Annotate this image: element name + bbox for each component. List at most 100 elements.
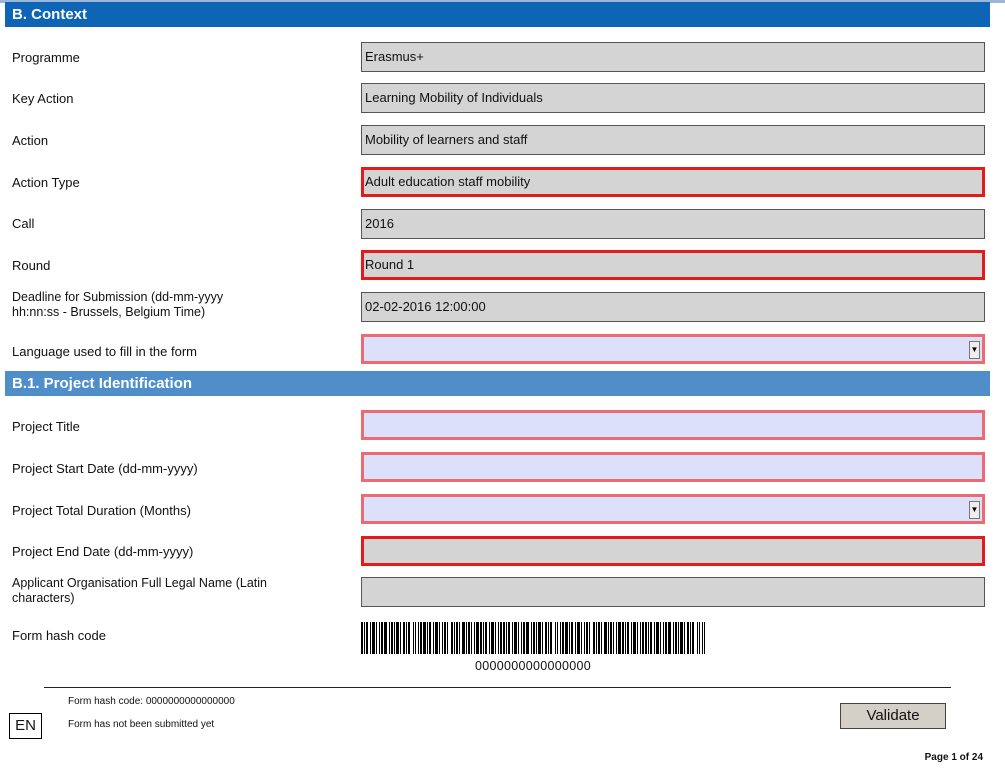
barcode-bar (656, 622, 659, 654)
label-deadline-line1: Deadline for Submission (dd-mm-yyyy (12, 290, 224, 304)
barcode-bar (704, 622, 705, 654)
barcode-bar (650, 622, 652, 654)
key-action-field: Learning Mobility of Individuals (361, 83, 985, 113)
barcode-bar (406, 622, 407, 654)
barcode-bar (400, 622, 401, 654)
project-title-input[interactable] (361, 410, 985, 440)
barcode-bar (560, 622, 561, 654)
barcode-bar (498, 622, 499, 654)
barcode-bar (548, 622, 549, 654)
barcode-bar (702, 622, 703, 654)
barcode-bar (633, 622, 636, 654)
barcode-bar (550, 622, 552, 654)
barcode-bar (687, 622, 689, 654)
barcode-bar (468, 622, 470, 654)
barcode-bar (413, 622, 414, 654)
action-type-field[interactable]: Adult education staff mobility (361, 167, 985, 197)
label-programme: Programme (12, 50, 80, 65)
barcode-bar (462, 622, 465, 654)
label-key-action: Key Action (12, 91, 74, 106)
validate-button[interactable]: Validate (840, 703, 946, 729)
barcode-bar (545, 622, 547, 654)
barcode-bar (593, 622, 595, 654)
footer-divider (44, 687, 951, 688)
barcode-bar (697, 622, 698, 654)
barcode-bar (508, 622, 510, 654)
label-action: Action (12, 133, 49, 148)
barcode-bar (571, 622, 573, 654)
barcode-bar (376, 622, 377, 654)
barcode-bar (389, 622, 390, 654)
barcode-bar (456, 622, 458, 654)
page-number: Page 1 of 24 (924, 752, 983, 763)
barcode-bar (366, 622, 368, 654)
label-deadline: Deadline for Submission (dd-mm-yyyy hh:n… (12, 290, 357, 320)
barcode-bar (379, 622, 380, 654)
barcode-bar (480, 622, 482, 654)
label-project-end-date: Project End Date (dd-mm-yyyy) (12, 544, 194, 559)
barcode-bar (491, 622, 494, 654)
project-duration-select[interactable]: ▼ (361, 494, 985, 524)
language-select[interactable]: ▼ (361, 334, 985, 364)
barcode-bar (444, 622, 446, 654)
barcode-bar (665, 622, 667, 654)
chevron-down-icon[interactable]: ▼ (969, 501, 980, 519)
barcode-bar (608, 622, 609, 654)
project-start-date-input[interactable] (361, 452, 985, 482)
barcode-bar (427, 622, 428, 654)
barcode-bar (514, 622, 517, 654)
language-code-badge: EN (9, 713, 42, 739)
barcode-bar (485, 622, 487, 654)
barcode-bar (575, 622, 576, 654)
barcode-bar (557, 622, 558, 654)
barcode-bar (439, 622, 440, 654)
label-form-hash-code: Form hash code (12, 628, 106, 643)
barcode-bar (610, 622, 612, 654)
barcode-bar (577, 622, 580, 654)
barcode-bar (466, 622, 467, 654)
barcode-bar (474, 622, 475, 654)
barcode-bar (648, 622, 649, 654)
barcode-bar (447, 622, 448, 654)
label-language: Language used to fill in the form (12, 344, 198, 359)
barcode-bar (699, 622, 700, 654)
project-end-date-field[interactable] (361, 536, 985, 566)
barcode-bar (391, 622, 393, 654)
barcode-bar (536, 622, 537, 654)
label-project-duration: Project Total Duration (Months) (12, 503, 191, 518)
barcode-bar (418, 622, 419, 654)
barcode-bar (372, 622, 375, 654)
barcode-bar (613, 622, 614, 654)
barcode-bar (459, 622, 460, 654)
barcode-bar (403, 622, 405, 654)
barcode-bar (555, 622, 556, 654)
barcode-bar (500, 622, 502, 654)
barcode-bar (533, 622, 535, 654)
barcode-bar (408, 622, 410, 654)
round-field[interactable]: Round 1 (361, 250, 985, 280)
barcode-bar (394, 622, 395, 654)
barcode-bar (586, 622, 588, 654)
barcode-bar (631, 622, 632, 654)
barcode-bar (526, 622, 529, 654)
barcode-bar (678, 622, 679, 654)
barcode-bar (663, 622, 664, 654)
barcode-bar (442, 622, 443, 654)
label-call: Call (12, 216, 35, 231)
chevron-down-icon[interactable]: ▼ (969, 341, 980, 359)
deadline-field: 02-02-2016 12:00:00 (361, 292, 985, 322)
barcode-bar (565, 622, 568, 654)
barcode-bar (616, 622, 617, 654)
barcode-bar (604, 622, 607, 654)
barcode-number: 0000000000000000 (474, 659, 592, 673)
barcode-bar (518, 622, 519, 654)
barcode-bar (625, 622, 626, 654)
action-field: Mobility of learners and staff (361, 125, 985, 155)
barcode-bar (531, 622, 532, 654)
barcode-bar (562, 622, 564, 654)
section-header-context: B. Context (5, 2, 990, 27)
barcode-bar (538, 622, 541, 654)
barcode-bar (654, 622, 655, 654)
barcode-bar (364, 622, 365, 654)
label-project-title: Project Title (12, 419, 80, 434)
